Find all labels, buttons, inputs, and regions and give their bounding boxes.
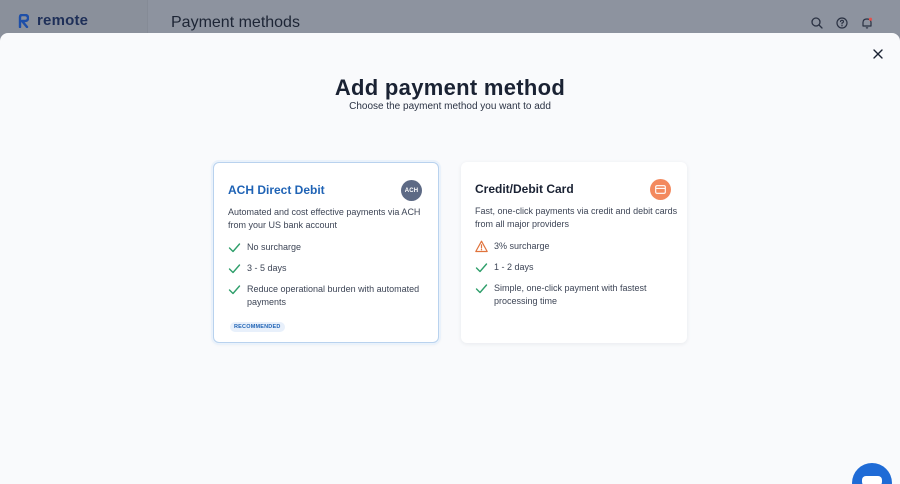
help-icon[interactable] [835,16,849,30]
feature-item: 3 - 5 days [228,262,433,275]
chat-icon [862,476,882,484]
recommended-badge: RECOMMENDED [230,322,285,332]
credit-card-icon [655,181,666,199]
page-title: Payment methods [171,14,300,31]
add-payment-method-modal: Add payment method Choose the payment me… [0,33,900,484]
feature-item: Simple, one-click payment with fastest p… [475,282,680,308]
ach-badge: ACH [401,180,422,201]
option-card-ach[interactable]: ACH Direct Debit ACH Automated and cost … [213,162,439,343]
credit-card-badge [650,179,671,200]
check-icon [475,282,488,295]
feature-list: 3% surcharge 1 - 2 days Simple, one-clic… [475,240,680,316]
feature-text: 1 - 2 days [494,262,534,272]
warning-icon [475,240,488,253]
option-description: Fast, one-click payments via credit and … [475,206,678,229]
feature-text: Reduce operational burden with automated… [247,284,420,307]
header-actions [810,16,874,30]
feature-text: No surcharge [247,242,302,252]
feature-text: 3% surcharge [494,241,550,251]
feature-item: No surcharge [228,241,433,254]
feature-item: 1 - 2 days [475,261,680,274]
check-icon [228,262,241,275]
feature-text: Simple, one-click payment with fastest p… [494,283,647,306]
option-card-credit-debit[interactable]: Credit/Debit Card Fast, one-click paymen… [461,162,687,343]
bell-icon[interactable] [860,16,874,30]
close-icon[interactable] [872,47,884,59]
logo[interactable]: remote [18,13,88,29]
logo-text: remote [37,12,89,29]
remote-logo-icon [18,13,30,29]
feature-text: 3 - 5 days [247,263,287,273]
feature-item: 3% surcharge [475,240,680,253]
feature-item: Reduce operational burden with automated… [228,283,433,309]
check-icon [475,261,488,274]
modal-title: Add payment method [334,75,566,100]
option-title: Credit/Debit Card [475,182,574,196]
feature-list: No surcharge 3 - 5 days Reduce operation… [228,241,433,317]
check-icon [228,241,241,254]
search-icon[interactable] [810,16,824,30]
check-icon [228,283,241,296]
option-description: Automated and cost effective payments vi… [228,207,421,230]
modal-subtitle: Choose the payment method you want to ad… [349,101,551,112]
option-title: ACH Direct Debit [228,183,325,197]
